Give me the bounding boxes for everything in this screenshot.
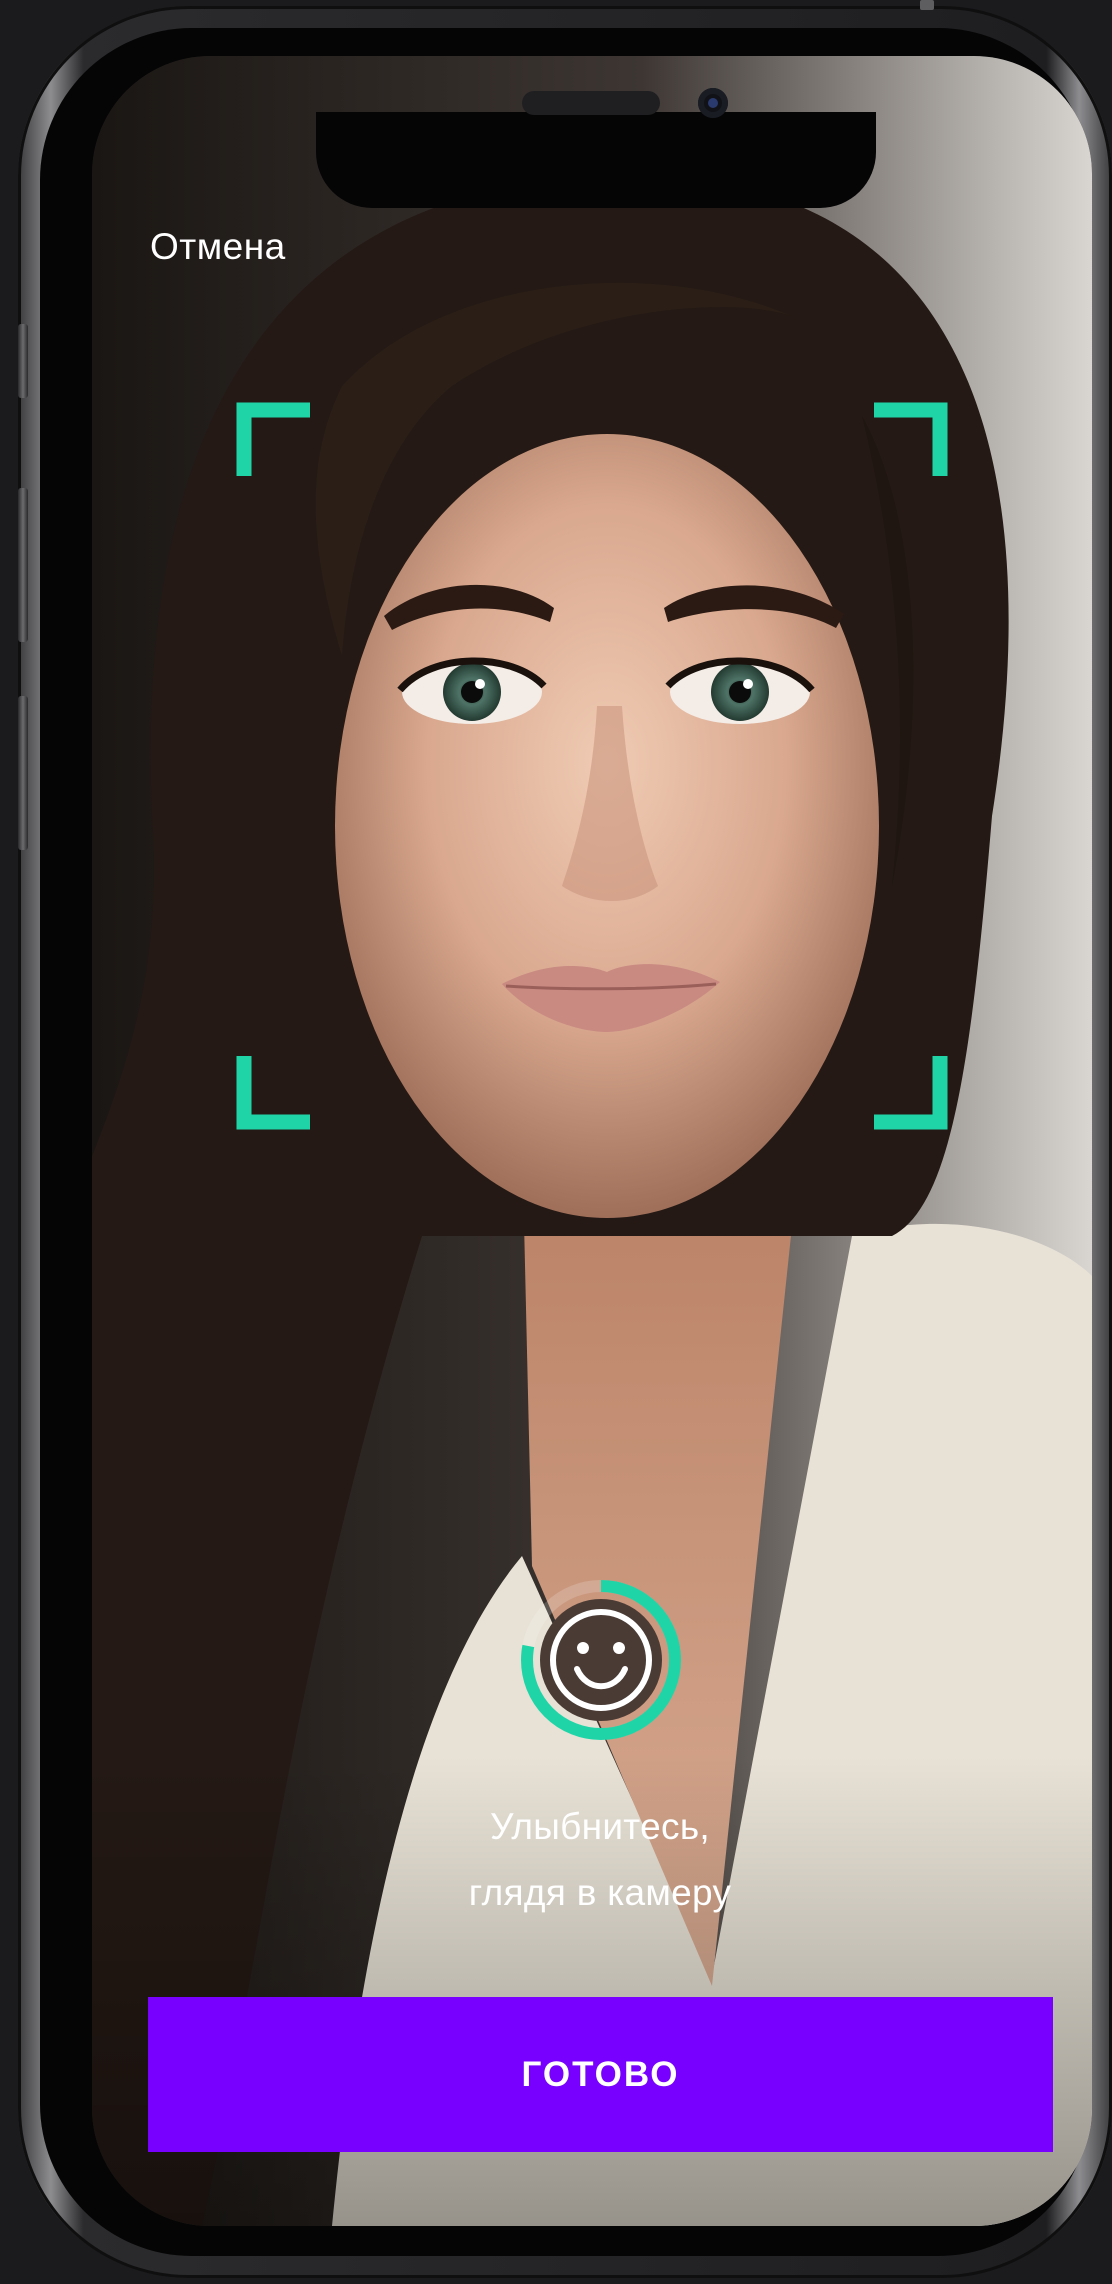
prompt-line-2: глядя в камеру (468, 1872, 732, 1913)
frame-corner-top-left (236, 402, 310, 476)
front-camera (698, 88, 728, 118)
frame-corner-top-right (874, 402, 948, 476)
prompt-line-1: Улыбнитесь, (490, 1806, 710, 1847)
volume-down-button (18, 696, 28, 850)
cancel-button[interactable]: Отмена (150, 226, 286, 268)
frame-corner-bottom-right (874, 1056, 948, 1130)
silent-switch (18, 324, 28, 398)
smile-progress-indicator (521, 1580, 681, 1740)
smile-face-background (540, 1599, 662, 1721)
volume-up-button (18, 488, 28, 642)
earpiece-speaker (522, 91, 660, 115)
done-button[interactable]: ГОТОВО (148, 1997, 1053, 2152)
frame-corner-bottom-left (236, 1056, 310, 1130)
notch (316, 112, 876, 208)
sleep-button-edge (920, 0, 934, 10)
